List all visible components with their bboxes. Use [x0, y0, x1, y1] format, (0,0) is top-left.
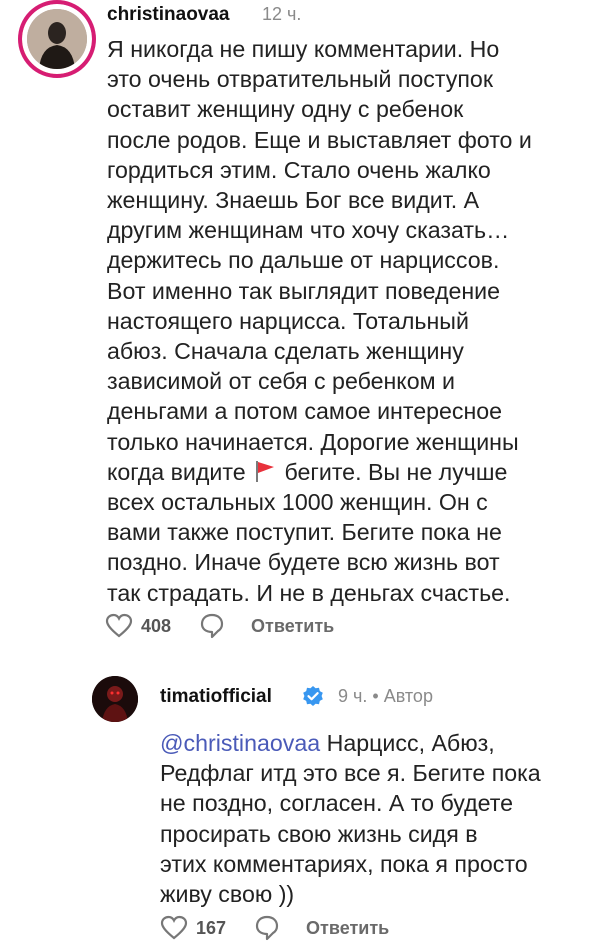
- dot-separator: •: [372, 686, 384, 706]
- comment-line: женщину. Знаешь Бог все видит. А: [107, 187, 480, 214]
- comment-line: оставит женщину одну с ребенок: [107, 96, 464, 123]
- comment-actions: 167 Ответить: [160, 914, 389, 942]
- comment-line: настоящего нарцисса. Тотальный: [107, 307, 469, 334]
- reply-bubble-icon[interactable]: [254, 914, 280, 942]
- heart-icon: [160, 915, 188, 940]
- like-count: 408: [141, 615, 172, 636]
- comment-line: всех остальных 1000 женщин. Он с: [107, 489, 488, 516]
- comment-line: только начинается. Дорогие женщины: [107, 428, 519, 455]
- comment-username[interactable]: timatiofficial: [160, 686, 272, 708]
- comment-line: Я никогда не пишу комментарии. Но: [107, 36, 500, 62]
- red-flag-emoji-icon: [256, 460, 275, 482]
- comment-line-with-flag: когда видите бегите. Вы не лучше: [107, 457, 532, 487]
- comment-line: это очень отвратительный поступок: [107, 66, 493, 93]
- comment-line: держитесь по дальше от нарциссов.: [107, 247, 500, 274]
- comment-line-part: когда видите: [107, 458, 246, 485]
- heart-icon: [105, 613, 133, 638]
- avatar[interactable]: [18, 0, 96, 78]
- comment-text: @christinaovaa Нарцисс, Абюз, Редфлаг ит…: [160, 728, 541, 909]
- avatar[interactable]: [92, 676, 138, 722]
- comment-line: гордиться этим. Стало очень жалко: [107, 156, 491, 183]
- comment-line-part: бегите. Вы не лучше: [284, 458, 508, 485]
- comment-line: так страдать. И не в деньгах счастье.: [107, 579, 511, 606]
- comment-line: не поздно, согласен. А то будете: [160, 790, 513, 817]
- comment-line: Вот именно так выглядит поведение: [107, 277, 501, 304]
- comment-line: вами также поступит. Бегите пока не: [107, 519, 502, 546]
- comment-line: абюз. Сначала сделать женщину: [107, 338, 464, 365]
- verified-badge-icon: [303, 686, 323, 706]
- comment-username[interactable]: christinaovaa: [107, 4, 230, 26]
- comment-line: просирать свою жизнь сидя в: [160, 820, 478, 847]
- reply-button[interactable]: Ответить: [251, 616, 334, 637]
- like-count: 167: [196, 917, 227, 938]
- comment-line-with-mention: @christinaovaa Нарцисс, Абюз,: [160, 728, 541, 758]
- comment-line: зависимой от себя с ребенком и: [107, 368, 455, 395]
- comment-line: другим женщинам что хочу сказать…: [107, 217, 510, 244]
- mention-link[interactable]: @christinaovaa: [160, 730, 320, 756]
- comment-meta: 9 ч. • Автор: [338, 686, 433, 707]
- comment-line: Редфлаг итд это все я. Бегите пока: [160, 760, 541, 787]
- comment-timestamp: 9 ч.: [338, 686, 368, 706]
- reply-button[interactable]: Ответить: [306, 918, 389, 939]
- comment-line: живу свою )): [160, 881, 295, 908]
- like-button[interactable]: 408: [105, 613, 171, 639]
- comment-text: Я никогда не пишу комментарии. Но это оч…: [107, 34, 532, 608]
- comment-line: поздно. Иначе будете всю жизнь вот: [107, 549, 500, 576]
- comment-line: этих комментариях, пока я просто: [160, 850, 528, 877]
- reply-bubble-icon[interactable]: [199, 612, 225, 640]
- comment-line: после родов. Еще и выставляет фото и: [107, 126, 532, 153]
- comment-line-part: Нарцисс, Абюз,: [320, 730, 495, 756]
- comment-line: деньгами а потом самое интересное: [107, 398, 503, 425]
- comment-actions: 408 Ответить: [105, 612, 334, 640]
- comment-timestamp: 12 ч.: [262, 4, 302, 24]
- author-badge: Автор: [383, 686, 433, 706]
- like-button[interactable]: 167: [160, 915, 226, 941]
